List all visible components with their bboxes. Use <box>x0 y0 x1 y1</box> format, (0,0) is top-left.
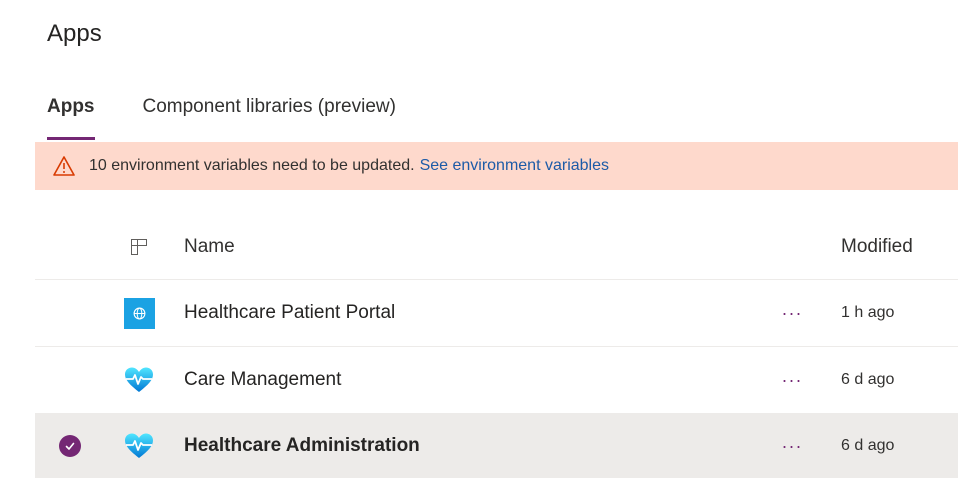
tab-bar: Apps Component libraries (preview) <box>47 96 396 140</box>
modified-time: 6 d ago <box>841 437 895 454</box>
table-row[interactable]: Healthcare Patient Portal ··· 1 h ago <box>35 280 958 347</box>
more-options-button[interactable]: ··· <box>777 347 807 413</box>
table-row[interactable]: Care Management ··· 6 d ago <box>35 347 958 414</box>
heart-pulse-icon <box>121 347 157 413</box>
banner-message: 10 environment variables need to be upda… <box>89 157 415 174</box>
modified-time: 1 h ago <box>841 304 895 321</box>
page-title: Apps <box>47 20 102 47</box>
table-row[interactable]: Healthcare Administration ··· 6 d ago <box>35 414 958 478</box>
column-header-modified[interactable]: Modified <box>841 214 913 279</box>
see-environment-variables-link[interactable]: See environment variables <box>420 157 609 175</box>
heart-pulse-icon <box>121 414 157 478</box>
file-type-icon[interactable] <box>121 214 157 279</box>
more-options-button[interactable]: ··· <box>777 414 807 478</box>
more-options-button[interactable]: ··· <box>777 280 807 346</box>
tab-component-libraries[interactable]: Component libraries (preview) <box>143 96 396 140</box>
app-name[interactable]: Care Management <box>184 347 341 413</box>
row-selected-checkmark[interactable] <box>55 414 85 478</box>
app-name[interactable]: Healthcare Administration <box>184 414 420 478</box>
warning-icon <box>53 155 75 177</box>
column-header-name[interactable]: Name <box>184 214 235 279</box>
globe-portal-icon <box>121 280 157 346</box>
apps-table: Name Modified Healthcare Patient Portal … <box>35 214 958 478</box>
tab-apps[interactable]: Apps <box>47 96 95 140</box>
app-name[interactable]: Healthcare Patient Portal <box>184 280 395 346</box>
warning-banner: 10 environment variables need to be upda… <box>35 142 958 190</box>
modified-time: 6 d ago <box>841 371 895 388</box>
check-icon <box>59 435 81 457</box>
table-header: Name Modified <box>35 214 958 280</box>
